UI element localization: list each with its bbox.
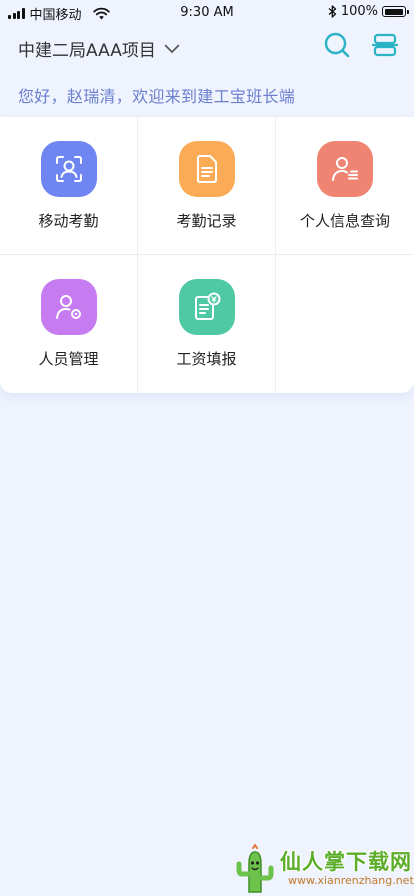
menu-item-label: 个人信息查询: [299, 212, 390, 230]
menu-item-attendance-records[interactable]: 考勤记录: [138, 117, 276, 255]
site-watermark: 仙人掌下载网 www.xianrenzhang.net: [230, 842, 414, 894]
menu-empty-slot: [276, 255, 414, 393]
header-actions: [324, 32, 398, 58]
battery-percent: 100%: [340, 4, 378, 19]
menu-item-staff-management[interactable]: 人员管理: [0, 255, 138, 393]
cactus-logo: [236, 844, 274, 893]
menu-item-label: 移动考勤: [38, 212, 99, 230]
function-menu: 移动考勤 考勤记录 个人信息查询 人员管理 工资填报: [0, 117, 414, 393]
face-scan-icon: [40, 141, 97, 197]
welcome-message: 您好，赵瑞清，欢迎来到建工宝班长端: [18, 87, 296, 106]
search-icon[interactable]: [324, 32, 350, 58]
scan-icon[interactable]: [372, 32, 398, 58]
bluetooth-icon: [328, 5, 336, 18]
status-bar: 中国移动 9:30 AM 100%: [0, 0, 414, 26]
menu-item-salary-report[interactable]: 工资填报: [138, 255, 276, 393]
menu-item-label: 工资填报: [176, 350, 237, 368]
menu-item-label: 人员管理: [38, 350, 99, 368]
watermark-url: www.xianrenzhang.net: [288, 874, 414, 887]
battery-icon: [382, 6, 409, 17]
header: 中建二局AAA项目: [0, 28, 414, 68]
menu-item-label: 考勤记录: [176, 212, 237, 230]
battery-fill: [384, 8, 403, 15]
project-title: 中建二局AAA项目: [18, 41, 156, 61]
document-icon: [178, 141, 235, 197]
menu-item-mobile-attendance[interactable]: 移动考勤: [0, 117, 138, 255]
status-right: 100%: [328, 4, 409, 19]
project-selector[interactable]: 中建二局AAA项目: [18, 36, 180, 61]
person-settings-icon: [40, 279, 97, 335]
watermark-text: 仙人掌下载网: [280, 850, 412, 874]
menu-item-personal-info[interactable]: 个人信息查询: [276, 117, 414, 255]
salary-form-icon: [178, 279, 235, 335]
chevron-down-icon: [164, 44, 180, 53]
person-list-icon: [317, 141, 373, 197]
